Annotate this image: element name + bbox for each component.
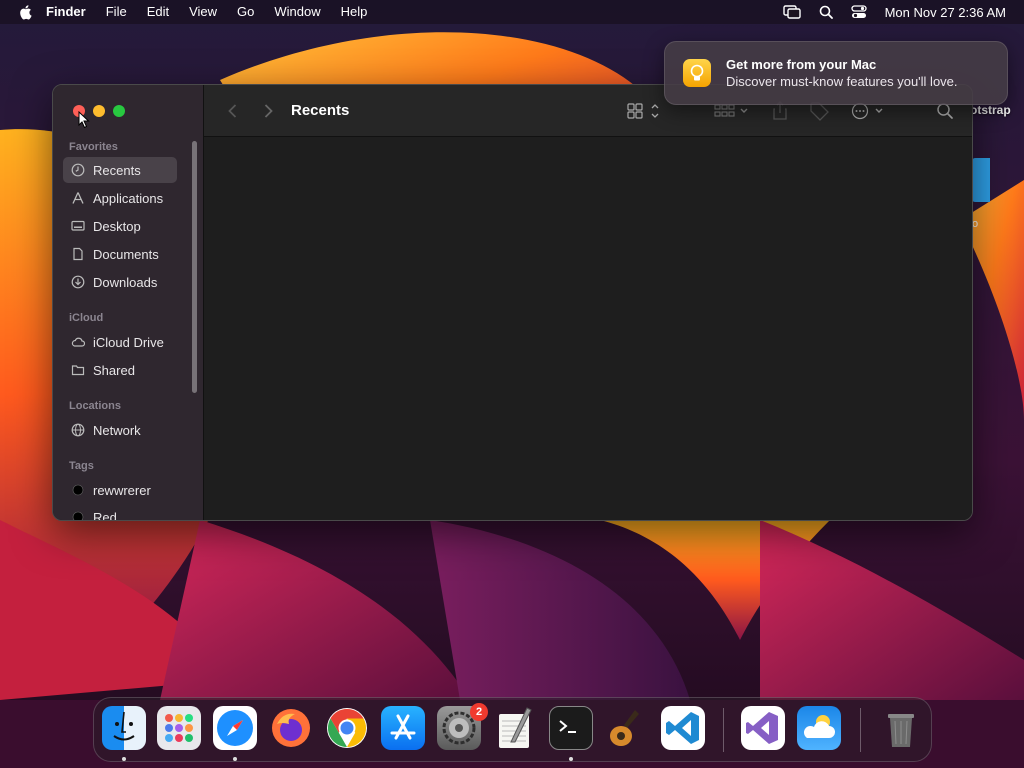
tips-lightbulb-icon <box>683 59 711 87</box>
sidebar-item-network[interactable]: Network <box>63 417 177 443</box>
sidebar-scrollbar[interactable] <box>192 141 197 393</box>
dock-separator <box>723 708 724 752</box>
sidebar-item-applications[interactable]: Applications <box>63 185 177 211</box>
applications-icon <box>72 192 84 204</box>
zoom-button[interactable] <box>113 105 125 117</box>
dock-finder-icon[interactable] <box>102 706 146 750</box>
notification-title: Get more from your Mac <box>726 57 877 72</box>
sidebar-item-label: iCloud Drive <box>93 334 164 350</box>
sidebar-item-label: rewwrerer <box>93 482 151 498</box>
dock-terminal-icon[interactable] <box>549 706 593 750</box>
menu-bar: Finder File Edit View Go Window Help Mon… <box>0 0 1024 24</box>
desktop-icon <box>71 220 85 231</box>
dock-garageband-icon[interactable] <box>605 706 649 750</box>
sidebar-item-recents[interactable]: Recents <box>63 157 177 183</box>
control-center-icon[interactable] <box>850 5 867 19</box>
sidebar-item-label: Documents <box>93 246 159 262</box>
sidebar-section-locations: Locations <box>69 400 121 412</box>
screen-mirroring-icon[interactable] <box>782 5 801 19</box>
dock-running-indicator <box>122 757 126 761</box>
desktop-item-label[interactable]: otstrap <box>970 103 1011 117</box>
menu-view[interactable]: View <box>189 0 217 24</box>
sidebar-item-label: Downloads <box>93 274 158 290</box>
document-icon <box>73 247 83 261</box>
menu-window[interactable]: Window <box>274 0 320 24</box>
sidebar-item-label: Recents <box>93 162 141 178</box>
dock-running-indicator <box>233 757 237 761</box>
sidebar-item-label: Red <box>93 509 117 521</box>
dock-trash-icon[interactable] <box>879 706 923 750</box>
desktop-folder-icon[interactable] <box>972 158 990 202</box>
sidebar-item-shared[interactable]: Shared <box>63 357 177 383</box>
shared-folder-icon <box>71 365 85 376</box>
dock <box>93 697 932 762</box>
minimize-button[interactable] <box>93 105 105 117</box>
dock-vscode-icon[interactable] <box>661 706 705 750</box>
sidebar-item-downloads[interactable]: Downloads <box>63 269 177 295</box>
notification-badge: 2 <box>470 703 488 721</box>
tag-dot-icon <box>72 484 84 496</box>
file-list-area[interactable] <box>203 137 972 520</box>
sidebar-item-label: Network <box>93 422 141 438</box>
download-icon <box>71 275 85 289</box>
dock-weather-icon[interactable] <box>797 706 841 750</box>
sidebar-item-label: Applications <box>93 190 164 206</box>
icon-view-icon <box>627 103 659 119</box>
menu-edit[interactable]: Edit <box>147 0 169 24</box>
sidebar-section-favorites: Favorites <box>69 141 118 153</box>
dock-textedit-icon[interactable] <box>493 706 537 750</box>
menu-file[interactable]: File <box>106 0 127 24</box>
sidebar-item-tag-rewwrerer[interactable]: rewwrerer <box>63 477 177 503</box>
dock-launchpad-icon[interactable] <box>157 706 201 750</box>
dock-running-indicator <box>569 757 573 761</box>
sidebar-item-tag-red[interactable]: Red <box>63 504 177 521</box>
clock-icon <box>71 163 85 177</box>
finder-sidebar: Favorites Recents Applications Desktop D… <box>53 85 203 520</box>
dock-separator <box>860 708 861 752</box>
sidebar-section-icloud: iCloud <box>69 312 104 324</box>
apple-menu-icon[interactable] <box>18 4 32 20</box>
sidebar-item-documents[interactable]: Documents <box>63 241 177 267</box>
sidebar-item-label: Desktop <box>93 218 141 234</box>
menubar-status-area: Mon Nov 27 2:36 AM <box>765 0 1006 24</box>
menu-go[interactable]: Go <box>237 0 254 24</box>
dock-chrome-icon[interactable] <box>325 706 369 750</box>
dock-app-store-icon[interactable] <box>381 706 425 750</box>
tag-dot-icon <box>72 511 84 520</box>
sidebar-item-label: Shared <box>93 362 135 378</box>
back-chevron-icon[interactable] <box>224 102 242 120</box>
sidebar-item-icloud-drive[interactable]: iCloud Drive <box>63 329 177 355</box>
dock-visual-studio-icon[interactable] <box>741 706 785 750</box>
cloud-icon <box>71 337 85 347</box>
globe-icon <box>71 423 85 437</box>
mouse-pointer-icon <box>78 111 90 129</box>
sidebar-item-desktop[interactable]: Desktop <box>63 213 177 239</box>
menu-help[interactable]: Help <box>341 0 368 24</box>
forward-chevron-icon[interactable] <box>259 102 277 120</box>
spotlight-search-icon[interactable] <box>819 5 833 19</box>
notification-banner[interactable]: Get more from your Mac Discover must-kno… <box>664 41 1008 105</box>
finder-window: Favorites Recents Applications Desktop D… <box>52 84 973 521</box>
window-title: Recents <box>291 102 350 119</box>
sidebar-section-tags: Tags <box>69 460 94 472</box>
menubar-clock[interactable]: Mon Nov 27 2:36 AM <box>885 5 1006 20</box>
dock-firefox-icon[interactable] <box>269 706 313 750</box>
menu-app-finder[interactable]: Finder <box>46 0 86 24</box>
dock-safari-icon[interactable] <box>213 706 257 750</box>
notification-body: Discover must-know features you'll love. <box>726 74 958 89</box>
view-mode-button[interactable] <box>627 101 661 121</box>
